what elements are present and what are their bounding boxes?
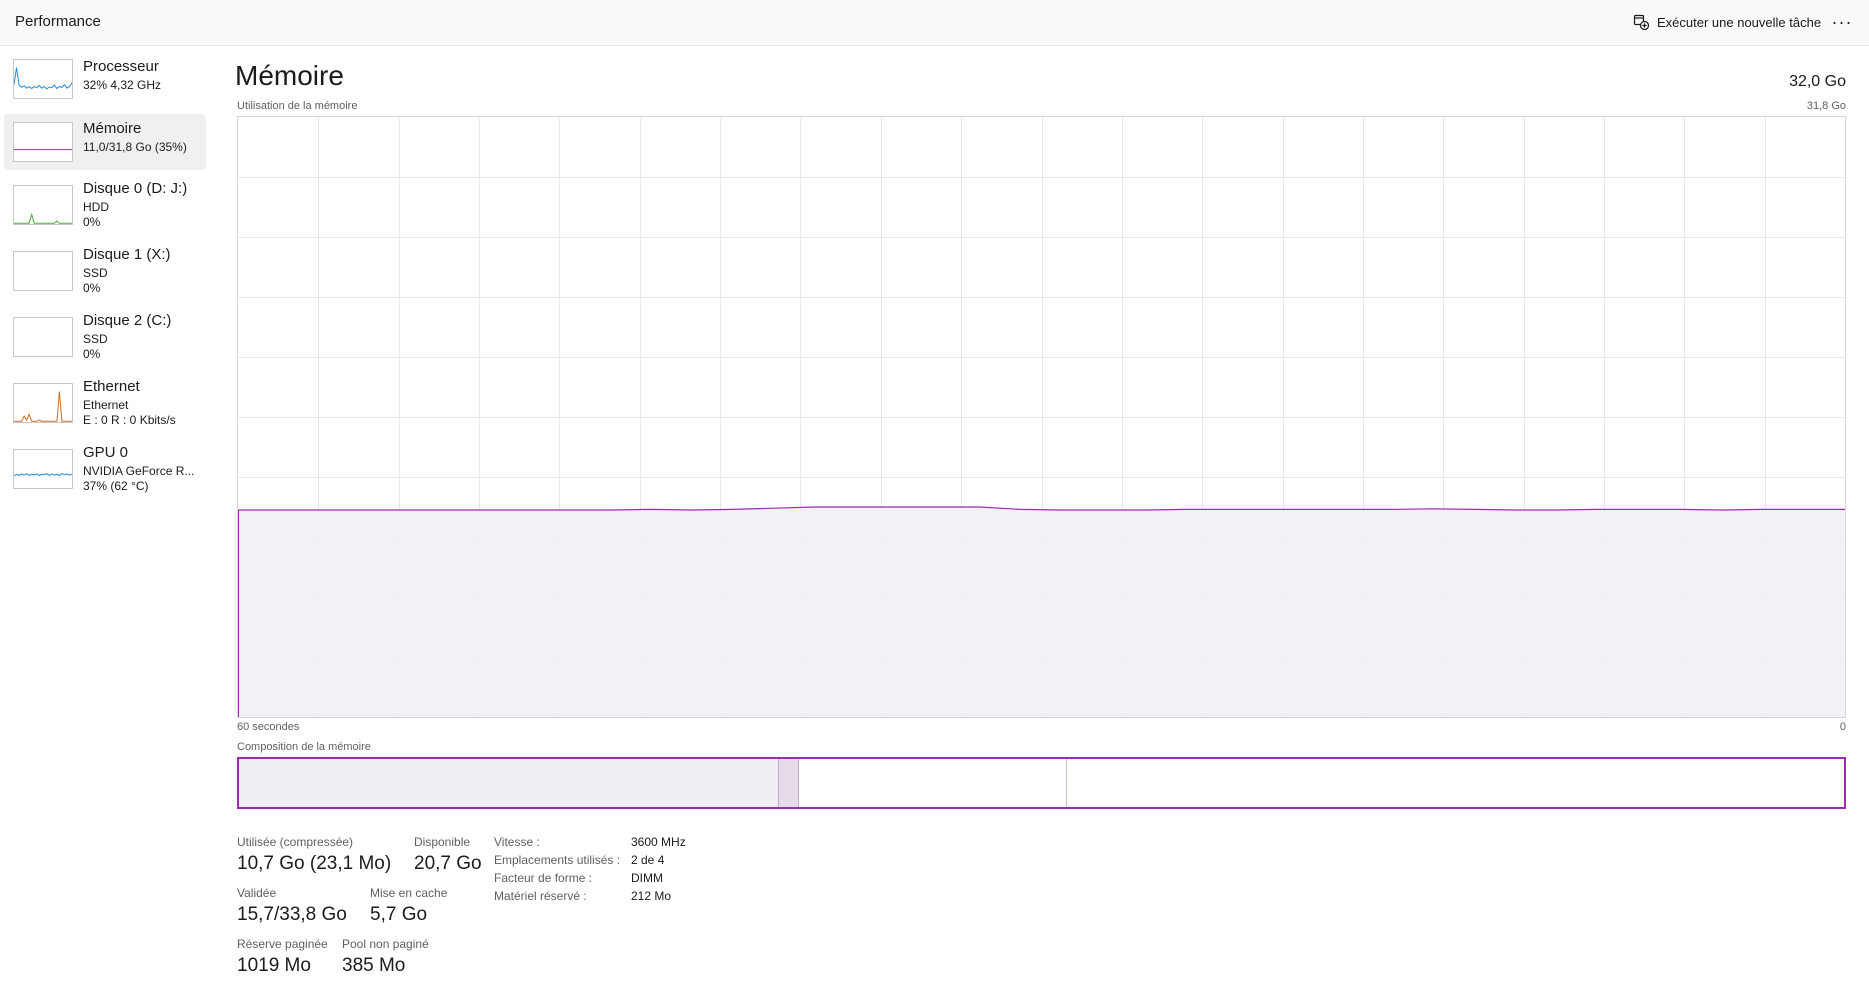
disk-0-sparkline [14,212,72,224]
sidebar-item-detail: 0% [83,281,101,295]
memory-thumbnail [13,122,73,162]
title-bar: Performance Exécuter une nouvelle tâche … [0,0,1869,46]
panel-title: Mémoire [235,60,344,91]
sidebar: Processeur 32% 4,32 GHz Mémoire 11,0/31,… [0,46,214,998]
sidebar-item-type: SSD [83,266,108,280]
sidebar-item-name: Ethernet [83,378,140,395]
composition-modified [779,759,800,807]
sidebar-item-memory[interactable]: Mémoire 11,0/31,8 Go (35%) [4,114,206,170]
memory-usage-graph [237,116,1846,718]
disk0-sparkline-path [14,212,72,224]
memory-sparkline [14,149,72,151]
page-header-title: Performance [15,13,101,30]
gpu-sparkline-path [14,472,72,477]
more-options-button[interactable]: ··· [1826,8,1858,36]
sidebar-item-disk-2[interactable]: Disque 2 (C:) SSD 0% [4,308,206,368]
sidebar-item-name: GPU 0 [83,444,129,461]
time-axis-right: 0 [1839,721,1846,733]
sidebar-item-type: Ethernet [83,398,129,412]
disk-2-thumbnail [13,317,73,357]
sidebar-item-detail: 37% (62 °C) [83,479,149,493]
available-value: 20,7 Go [414,853,482,874]
available-label: Disponible [414,835,471,849]
sidebar-item-ethernet[interactable]: Ethernet Ethernet E : 0 R : 0 Kbits/s [4,374,206,434]
cpu-sparkline-path [14,67,72,90]
usage-graph-max: 31,8 Go [1806,100,1846,112]
paged-pool-label: Réserve paginée [237,937,328,951]
sidebar-item-disk-1[interactable]: Disque 1 (X:) SSD 0% [4,242,206,302]
in-use-value: 10,7 Go (23,1 Mo) [237,853,392,874]
more-options-icon: ··· [1831,11,1853,32]
speed-key: Vitesse : [494,835,540,849]
composition-in-use [239,759,780,807]
in-use-label: Utilisée (compressée) [237,835,354,849]
processor-sparkline [14,67,72,90]
sidebar-item-name: Mémoire [83,120,142,137]
gpu-0-sparkline [14,472,72,477]
committed-label: Validée [237,886,277,900]
sidebar-item-name: Disque 0 (D: J:) [83,180,188,197]
speed-value: 3600 MHz [631,835,686,849]
sidebar-item-detail: 0% [83,347,101,361]
sidebar-item-type: SSD [83,332,108,346]
hardware-reserved-value: 212 Mo [631,889,672,903]
usage-graph-label: Utilisation de la mémoire [237,100,358,112]
sidebar-item-disk-0[interactable]: Disque 0 (D: J:) HDD 0% [4,176,206,236]
sidebar-item-detail: 11,0/31,8 Go (35%) [83,140,187,154]
committed-value: 15,7/33,8 Go [237,904,347,925]
cached-label: Mise en cache [370,886,448,900]
composition-free [1066,759,1844,807]
sidebar-item-detail: 32% 4,32 GHz [83,78,162,92]
cached-value: 5,7 Go [370,904,428,925]
eth-sparkline-path [14,391,72,422]
memory-composition-bar [237,757,1846,809]
new-task-icon [1633,14,1649,30]
form-factor-key: Facteur de forme : [494,871,593,885]
sidebar-item-type: HDD [83,200,109,214]
sidebar-item-processor[interactable]: Processeur 32% 4,32 GHz [4,52,206,106]
usage-area [238,507,1845,717]
paged-pool-value: 1019 Mo [237,955,311,976]
composition-label: Composition de la mémoire [237,741,371,753]
sidebar-item-detail: E : 0 R : 0 Kbits/s [83,413,176,427]
run-new-task-button[interactable]: Exécuter une nouvelle tâche [1625,8,1829,36]
slots-used-key: Emplacements utilisés : [494,853,621,867]
gpu-0-thumbnail [13,449,73,489]
disk-0-thumbnail [13,185,73,225]
non-paged-pool-label: Pool non paginé [342,937,429,951]
run-new-task-label: Exécuter une nouvelle tâche [1657,14,1822,30]
total-memory: 32,0 Go [1789,73,1846,90]
time-axis-left: 60 secondes [237,721,300,733]
non-paged-pool-value: 385 Mo [342,955,406,976]
memory-usage-plot [238,117,1845,717]
slots-used-value: 2 de 4 [631,853,665,867]
sidebar-item-name: Disque 2 (C:) [83,312,172,329]
sidebar-item-name: Processeur [83,58,159,75]
ethernet-sparkline [14,391,72,422]
sidebar-item-type: NVIDIA GeForce R... [83,464,195,478]
sidebar-item-gpu-0[interactable]: GPU 0 NVIDIA GeForce R... 37% (62 °C) [4,440,206,500]
sidebar-item-name: Disque 1 (X:) [83,246,171,263]
disk-1-thumbnail [13,251,73,291]
ethernet-thumbnail [13,383,73,423]
hardware-reserved-key: Matériel réservé : [494,889,587,903]
sidebar-item-detail: 0% [83,215,101,229]
composition-standby [799,759,1067,807]
processor-thumbnail [13,59,73,99]
form-factor-value: DIMM [631,871,663,885]
